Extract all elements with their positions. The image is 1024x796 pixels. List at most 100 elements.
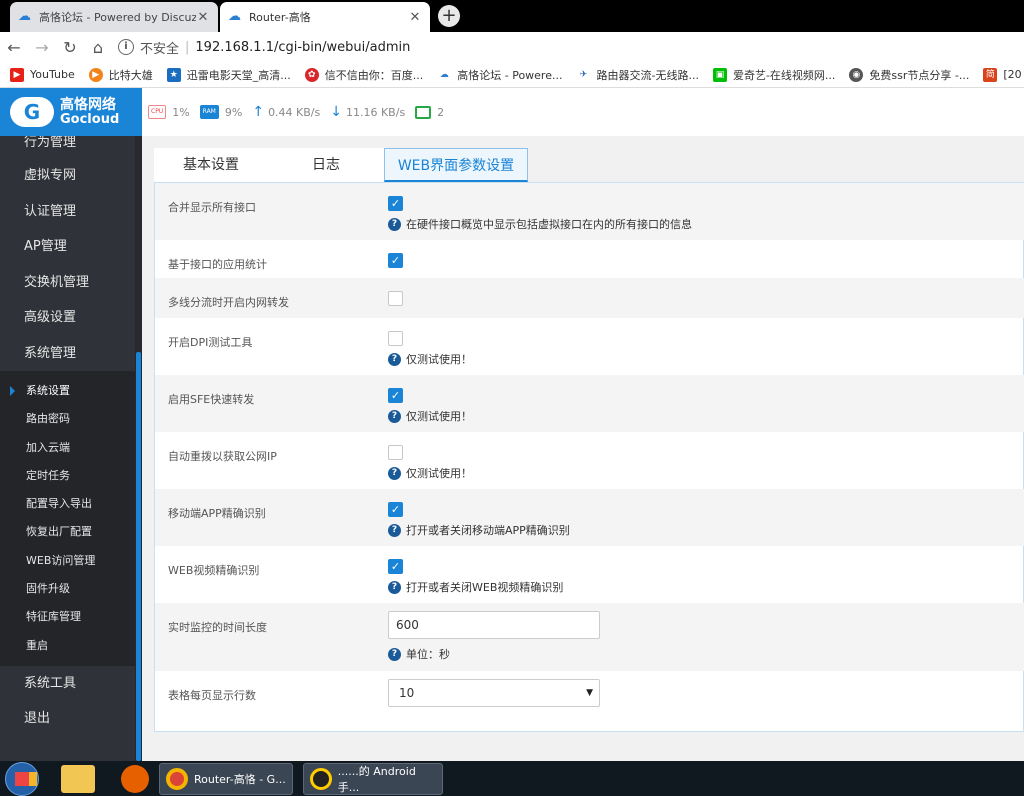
interface-app-stats-checkbox[interactable]: ✓ (388, 253, 403, 268)
bookmark-item[interactable]: ✿ 信不信由你：百度... (304, 67, 424, 83)
firefox-icon[interactable] (121, 764, 149, 793)
browser-tab-router[interactable]: ☁ Router-高恪 ✕ (220, 2, 430, 32)
browser-tab-forum[interactable]: ☁ 高恪论坛 - Powered by Discuz! ✕ (10, 2, 218, 32)
taskbar-label: Router-高恪 - G... (194, 772, 286, 786)
chevron-down-icon: ▼ (586, 688, 593, 698)
back-icon[interactable]: ← (0, 38, 28, 57)
sidebar-item-ap[interactable]: AP管理 (0, 229, 135, 265)
merge-interfaces-checkbox[interactable]: ✓ (388, 196, 403, 211)
sidebar-item-web-access[interactable]: WEB访问管理 (0, 547, 135, 575)
setting-row: 基于接口的应用统计 ✓ (155, 240, 1024, 278)
close-icon[interactable]: ✕ (408, 10, 422, 25)
sidebar: 行为管理 虚拟专网 认证管理 AP管理 交换机管理 高级设置 系统管理 系统设置… (0, 136, 135, 761)
bookmark-icon: ★ (166, 67, 181, 82)
question-icon: ? (388, 580, 401, 594)
bookmark-label: 迅雷电影天堂_高清... (186, 68, 291, 82)
gocloud-logo-icon: G (10, 97, 54, 127)
close-icon[interactable]: ✕ (196, 10, 210, 25)
setting-row: 自动重拨以获取公网IP ? 仅测试使用！ (155, 432, 1024, 489)
start-button[interactable] (5, 761, 39, 796)
sidebar-item-system-settings[interactable]: 系统设置 (0, 377, 135, 405)
question-icon: ? (388, 523, 401, 537)
sidebar-item-scheduled-tasks[interactable]: 定时任务 (0, 462, 135, 490)
forward-icon[interactable]: → (28, 38, 56, 57)
sidebar-item-switch[interactable]: 交换机管理 (0, 265, 135, 301)
iqiyi-icon: ▣ (712, 67, 727, 82)
home-icon[interactable]: ⌂ (84, 38, 112, 57)
bookmark-item[interactable]: ☁ 高恪论坛 - Powere... (437, 67, 562, 83)
sidebar-item-config-import-export[interactable]: 配置导入导出 (0, 490, 135, 518)
taskbar-qq-window[interactable]: ......的 Android手... (303, 762, 443, 795)
devices-status[interactable]: 2 (415, 105, 444, 119)
web-video-recognition-checkbox[interactable]: ✓ (388, 559, 403, 574)
setting-label: 移动端APP精确识别 (168, 507, 266, 520)
sidebar-item-advanced[interactable]: 高级设置 (0, 300, 135, 336)
sidebar-item-system[interactable]: 系统管理 (0, 336, 135, 372)
huawei-icon: ✿ (304, 67, 319, 82)
omnibox[interactable]: i 不安全 | 192.168.1.1/cgi-bin/webui/admin (118, 38, 410, 57)
setting-label: 表格每页显示行数 (168, 689, 256, 702)
help-text: ? 在硬件接口概览中显示包括虚拟接口在内的所有接口的信息 (388, 216, 692, 232)
qq-icon (310, 767, 332, 790)
bookmark-label: 比特大雄 (108, 68, 153, 82)
setting-label: 合并显示所有接口 (168, 201, 256, 214)
sidebar-item-join-cloud[interactable]: 加入云端 (0, 434, 135, 462)
cpu-value: 1% (172, 105, 190, 119)
taskbar: Router-高恪 - G... ......的 Android手... (0, 761, 1024, 796)
bookmark-item[interactable]: 简 [20 (983, 67, 1022, 82)
help-text: ? 仅测试使用！ (388, 351, 472, 367)
bookmark-item[interactable]: ◉ 免费ssr节点分享 -... (849, 67, 969, 83)
sidebar-item-firmware-upgrade[interactable]: 固件升级 (0, 575, 135, 603)
setting-label: 实时监控的时间长度 (168, 621, 267, 634)
tab-title: Router-高恪 (249, 11, 311, 24)
tab-log[interactable]: 日志 (268, 148, 384, 182)
reload-icon[interactable]: ↻ (56, 38, 84, 57)
taskbar-chrome-window[interactable]: Router-高恪 - G... (159, 762, 293, 795)
monitor-duration-input[interactable]: 600 (388, 611, 600, 639)
bookmark-label: 信不信由你：百度... (324, 68, 424, 82)
sidebar-item-auth[interactable]: 认证管理 (0, 194, 135, 230)
logo-cn: 高恪网络 (60, 97, 116, 113)
sidebar-item-reboot[interactable]: 重启 (0, 632, 135, 660)
system-submenu: 系统设置 路由密码 加入云端 定时任务 配置导入导出 恢复出厂配置 WEB访问管… (0, 371, 135, 666)
new-tab-button[interactable]: + (438, 5, 460, 27)
folder-icon[interactable] (61, 764, 95, 793)
upload-value: 0.44 KB/s (268, 105, 321, 119)
bookmarks-bar: ▶ YouTube ▶ 比特大雄 ★ 迅雷电影天堂_高清... ✿ 信不信由你：百度..… (0, 62, 1024, 88)
dpi-test-tool-checkbox[interactable] (388, 331, 403, 346)
cloud-icon: ☁ (18, 9, 31, 24)
setting-row: WEB视频精确识别 ✓ ? 打开或者关闭WEB视频精确识别 (155, 546, 1024, 603)
sidebar-item-behavior[interactable]: 行为管理 (0, 136, 135, 158)
info-icon[interactable]: i (118, 39, 134, 55)
sidebar-item-logout[interactable]: 退出 (0, 701, 135, 737)
lan-forwarding-checkbox[interactable] (388, 291, 403, 306)
sidebar-item-router-password[interactable]: 路由密码 (0, 405, 135, 433)
help-text: ? 单位：秒 (388, 646, 450, 662)
sidebar-item-vpn[interactable]: 虚拟专网 (0, 158, 135, 194)
setting-label: 自动重拨以获取公网IP (168, 450, 277, 463)
bookmark-item[interactable]: ★ 迅雷电影天堂_高清... (166, 67, 291, 83)
auto-redial-checkbox[interactable] (388, 445, 403, 460)
bookmark-item[interactable]: ▶ YouTube (10, 67, 75, 82)
question-icon: ? (388, 409, 401, 423)
bookmark-label: [20 (1003, 68, 1022, 81)
bookmark-label: 爱奇艺-在线视频网... (732, 68, 836, 82)
bookmark-item[interactable]: ▣ 爱奇艺-在线视频网... (712, 67, 836, 83)
setting-row: 表格每页显示行数 10 ▼ (155, 671, 1024, 717)
ram-status: RAM 9% (199, 105, 242, 119)
sfe-fast-forward-checkbox[interactable]: ✓ (388, 388, 403, 403)
browser-tab-strip: ☁ 高恪论坛 - Powered by Discuz! ✕ ☁ Router-高… (0, 0, 1024, 32)
bookmark-label: 路由器交流-无线路... (596, 68, 699, 82)
setting-row: 启用SFE快速转发 ✓ ? 仅测试使用！ (155, 375, 1024, 432)
sidebar-scrollbar-thumb[interactable] (136, 352, 141, 761)
sidebar-item-factory-reset[interactable]: 恢复出厂配置 (0, 518, 135, 546)
sidebar-item-system-tools[interactable]: 系统工具 (0, 666, 135, 702)
url-text[interactable]: 192.168.1.1/cgi-bin/webui/admin (195, 40, 410, 55)
bookmark-item[interactable]: ▶ 比特大雄 (88, 67, 153, 83)
rows-per-page-select[interactable]: 10 ▼ (388, 679, 600, 707)
bookmark-item[interactable]: ✈ 路由器交流-无线路... (576, 67, 699, 83)
mobile-app-recognition-checkbox[interactable]: ✓ (388, 502, 403, 517)
tab-web-ui-params[interactable]: WEB界面参数设置 (384, 148, 528, 182)
sidebar-item-signature-db[interactable]: 特征库管理 (0, 603, 135, 631)
tab-basic-settings[interactable]: 基本设置 (154, 148, 268, 182)
